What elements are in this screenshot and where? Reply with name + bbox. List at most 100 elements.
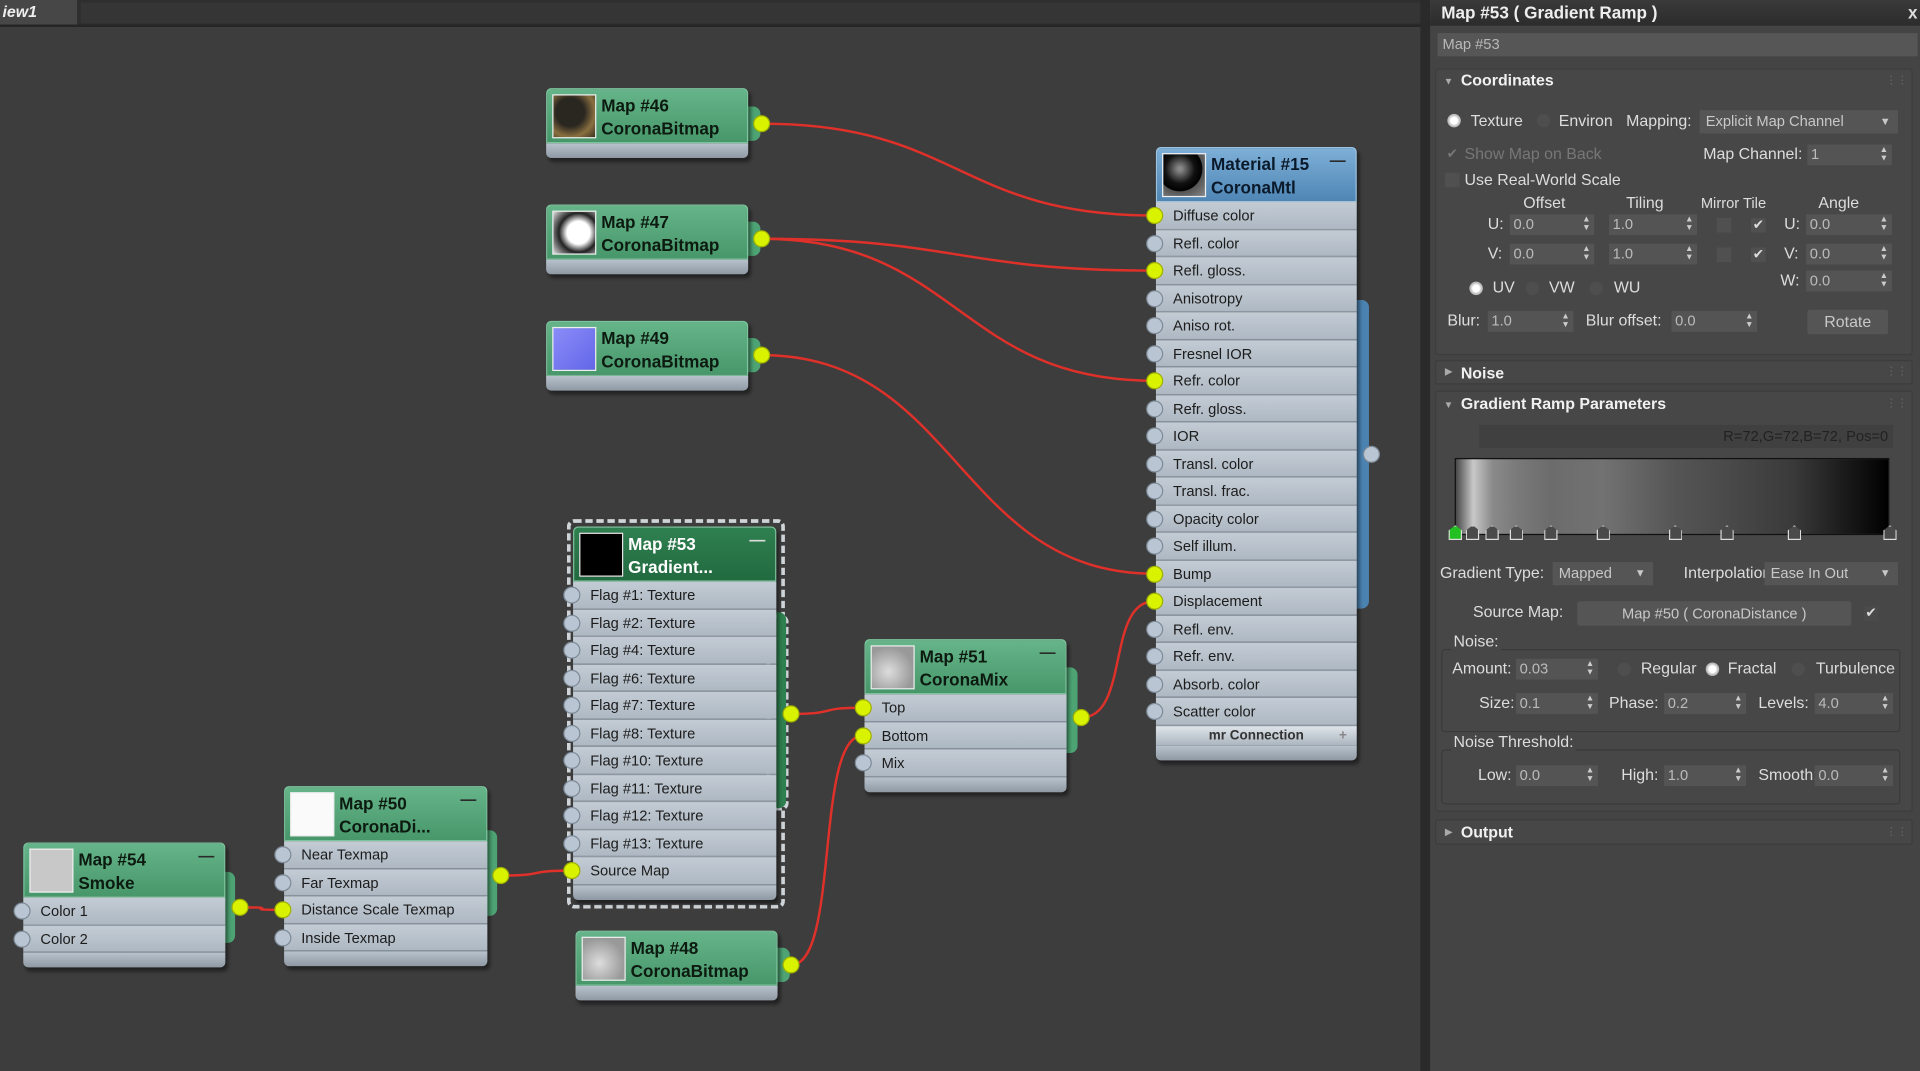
slot-row[interactable]: Flag #6: Texture bbox=[573, 664, 777, 692]
input-socket[interactable] bbox=[563, 806, 581, 825]
slot-row[interactable]: Fresnel IOR bbox=[1155, 339, 1357, 368]
output-socket[interactable] bbox=[753, 230, 771, 248]
minimize-icon[interactable]: — bbox=[460, 790, 476, 808]
slot-row[interactable]: Refl. env. bbox=[1155, 615, 1357, 643]
input-socket[interactable] bbox=[274, 928, 292, 946]
slot-row[interactable]: Refl. color bbox=[1155, 229, 1357, 258]
output-socket[interactable] bbox=[231, 898, 249, 916]
slot-row[interactable]: Refl. gloss. bbox=[1155, 257, 1357, 285]
node-header[interactable]: Map #49 CoronaBitmap bbox=[546, 320, 749, 376]
input-socket[interactable] bbox=[563, 669, 581, 687]
input-socket[interactable] bbox=[1146, 372, 1164, 390]
minimize-icon[interactable]: — bbox=[1330, 151, 1346, 169]
slot-row[interactable]: Transl. frac. bbox=[1155, 477, 1357, 506]
slot-row[interactable]: Distance Scale Texmap bbox=[284, 896, 488, 924]
texture-radio[interactable] bbox=[1447, 113, 1461, 128]
slot-row[interactable]: Bottom bbox=[864, 721, 1067, 750]
noise-rollout-header[interactable]: Noise bbox=[1461, 364, 1504, 382]
input-socket[interactable] bbox=[1146, 510, 1164, 528]
slot-row[interactable]: IOR bbox=[1155, 422, 1357, 451]
blur-spinner[interactable]: 1.0 ▲ ▼ bbox=[1487, 311, 1574, 332]
slot-row[interactable]: Flag #12: Texture bbox=[573, 802, 777, 830]
slot-row[interactable]: Flag #1: Texture bbox=[573, 581, 777, 610]
regular-radio[interactable] bbox=[1617, 662, 1632, 676]
high-spinner[interactable]: 1.0 ▲ ▼ bbox=[1664, 765, 1747, 787]
node-map51[interactable]: Map #51 CoronaMix — Top Bottom Mix bbox=[864, 639, 1067, 792]
output-socket[interactable] bbox=[1072, 708, 1090, 727]
output-rollout-header[interactable]: Output bbox=[1461, 823, 1513, 841]
input-socket[interactable] bbox=[1146, 262, 1164, 280]
slot-row[interactable]: Color 2 bbox=[23, 925, 226, 953]
spinner-arrows-icon[interactable]: ▲ ▼ bbox=[1586, 694, 1594, 711]
low-spinner[interactable]: 0.0 ▲ ▼ bbox=[1515, 765, 1598, 787]
input-socket[interactable] bbox=[1146, 647, 1164, 665]
output-socket[interactable] bbox=[782, 956, 800, 974]
input-socket[interactable] bbox=[563, 641, 581, 659]
input-socket[interactable] bbox=[274, 873, 292, 891]
tile-v-checkbox[interactable]: ✔ bbox=[1751, 247, 1766, 263]
tiling-u-spinner[interactable]: 1.0 ▲ ▼ bbox=[1608, 214, 1698, 236]
input-socket[interactable] bbox=[1146, 537, 1164, 555]
node-map54[interactable]: Map #54 Smoke — Color 1 Color 2 bbox=[23, 842, 226, 968]
output-socket[interactable] bbox=[492, 866, 510, 885]
phase-spinner[interactable]: 0.2 ▲ ▼ bbox=[1664, 693, 1747, 714]
map-channel-spinner[interactable]: 1 ▲ ▼ bbox=[1807, 144, 1892, 166]
node-header[interactable]: Map #48 CoronaBitmap bbox=[575, 930, 778, 986]
angle-u-spinner[interactable]: 0.0 ▲ ▼ bbox=[1806, 214, 1892, 236]
spinner-arrows-icon[interactable]: ▲ ▼ bbox=[1734, 767, 1742, 784]
slot-row[interactable]: Flag #2: Texture bbox=[573, 609, 777, 637]
input-socket[interactable] bbox=[1146, 344, 1164, 362]
output-socket[interactable] bbox=[1362, 445, 1381, 463]
gradient-type-dropdown[interactable]: Mapped ▼ bbox=[1552, 562, 1654, 586]
node-map50[interactable]: Map #50 CoronaDi... — Near Texmap Far Texmap… bbox=[284, 786, 488, 967]
expand-triangle-icon[interactable]: ▶ bbox=[1445, 827, 1453, 838]
input-socket[interactable] bbox=[854, 754, 872, 772]
minimize-icon[interactable]: — bbox=[1040, 643, 1056, 661]
slot-row[interactable]: Absorb. color bbox=[1155, 670, 1357, 698]
node-header[interactable]: Map #51 CoronaMix — bbox=[864, 639, 1067, 695]
input-socket[interactable] bbox=[13, 902, 31, 920]
spinner-arrows-icon[interactable]: ▲ ▼ bbox=[1880, 245, 1888, 262]
slot-row[interactable]: Color 1 bbox=[23, 897, 226, 926]
input-socket[interactable] bbox=[1146, 206, 1164, 225]
input-socket[interactable] bbox=[563, 751, 581, 769]
input-socket[interactable] bbox=[1146, 399, 1164, 417]
input-socket[interactable] bbox=[563, 779, 581, 797]
spinner-arrows-icon[interactable]: ▲ ▼ bbox=[1561, 312, 1569, 329]
angle-v-spinner[interactable]: 0.0 ▲ ▼ bbox=[1806, 243, 1892, 265]
slot-row[interactable]: Flag #13: Texture bbox=[573, 829, 777, 858]
input-socket[interactable] bbox=[563, 724, 581, 742]
slot-row[interactable]: Flag #7: Texture bbox=[573, 691, 777, 720]
mirror-u-checkbox[interactable] bbox=[1716, 217, 1732, 233]
input-socket[interactable] bbox=[1146, 675, 1164, 693]
slot-row[interactable]: Flag #11: Texture bbox=[573, 774, 777, 803]
slot-row[interactable]: Bump bbox=[1155, 560, 1357, 588]
input-socket[interactable] bbox=[13, 930, 31, 948]
interpolation-dropdown[interactable]: Ease In Out ▼ bbox=[1764, 562, 1898, 586]
slot-row[interactable]: Source Map bbox=[573, 857, 777, 885]
input-socket[interactable] bbox=[1146, 482, 1164, 500]
fractal-radio[interactable] bbox=[1705, 662, 1720, 676]
slot-row[interactable]: Aniso rot. bbox=[1155, 312, 1357, 340]
offset-v-spinner[interactable]: 0.0 ▲ ▼ bbox=[1509, 243, 1595, 265]
input-socket[interactable] bbox=[563, 862, 581, 880]
node-header[interactable]: Material #15 CoronaMtl — bbox=[1155, 146, 1357, 203]
node-map48[interactable]: Map #48 CoronaBitmap bbox=[575, 930, 778, 1001]
input-socket[interactable] bbox=[1146, 234, 1164, 252]
slot-row[interactable]: Refr. env. bbox=[1155, 642, 1357, 671]
uv-radio[interactable] bbox=[1469, 281, 1483, 296]
spinner-arrows-icon[interactable]: ▲ ▼ bbox=[1880, 216, 1888, 233]
mirror-v-checkbox[interactable] bbox=[1716, 247, 1732, 263]
slot-row[interactable]: Top bbox=[864, 694, 1067, 722]
slot-row[interactable]: Scatter color bbox=[1155, 697, 1357, 726]
spinner-arrows-icon[interactable]: ▲ ▼ bbox=[1586, 767, 1594, 784]
node-header[interactable]: Map #46 CoronaBitmap bbox=[546, 88, 749, 144]
node-map46[interactable]: Map #46 CoronaBitmap bbox=[546, 88, 749, 158]
gradient-ramp-bar[interactable] bbox=[1454, 457, 1890, 536]
input-socket[interactable] bbox=[563, 586, 581, 604]
view-tab[interactable]: iew1 bbox=[0, 0, 78, 25]
node-header[interactable]: Map #54 Smoke — bbox=[23, 842, 226, 898]
spinner-arrows-icon[interactable]: ▲ ▼ bbox=[1734, 694, 1742, 711]
amount-spinner[interactable]: 0.03 ▲ ▼ bbox=[1515, 658, 1598, 680]
collapse-triangle-icon[interactable]: ▼ bbox=[1444, 399, 1454, 410]
